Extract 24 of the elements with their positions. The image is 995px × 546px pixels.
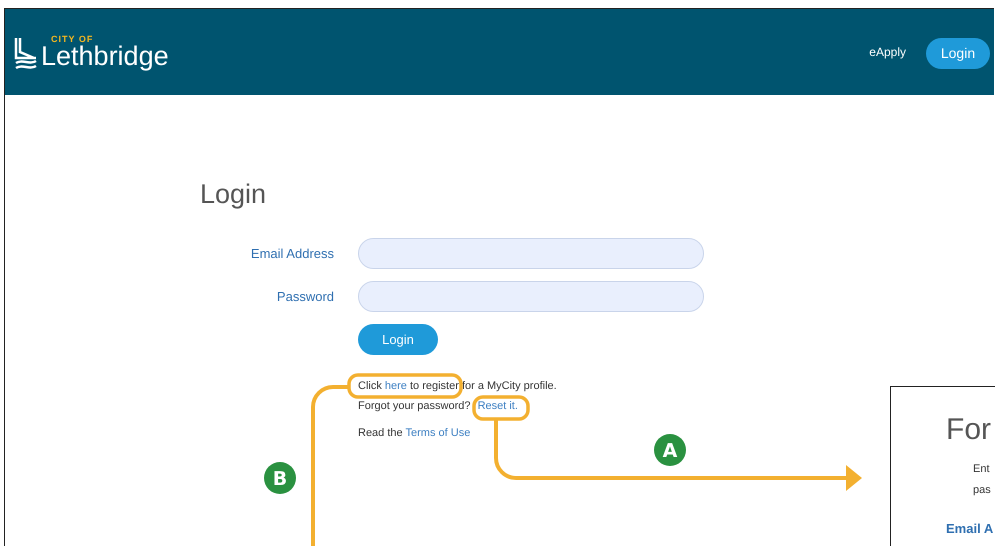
highlight-box [472, 395, 530, 421]
email-field[interactable] [358, 238, 704, 269]
instruction-text: pas [973, 483, 992, 498]
login-nav-button[interactable]: Login [926, 38, 990, 68]
reset-text: Forgot your password? Reset it. [358, 400, 519, 412]
logo-wordmark: Lethbridge [41, 42, 169, 70]
field-label: Email A [946, 521, 994, 536]
logo-tagline: CITY OF [51, 34, 94, 44]
page-title: Login [200, 179, 268, 210]
password-field[interactable] [358, 281, 704, 312]
bridge-logo-icon [14, 36, 38, 70]
register-text: Click here to register for a MyCity profile. [358, 380, 558, 392]
terms-text: Read the Terms of Use [358, 427, 472, 439]
instruction-text: Ent [973, 462, 991, 477]
eapply-link[interactable]: eApply [869, 45, 906, 59]
callout-badge: B [264, 462, 296, 494]
field-label: Email Address [250, 246, 334, 261]
login-button[interactable]: Login [358, 324, 438, 355]
text-link[interactable]: here [384, 380, 407, 392]
callout-badge: A [654, 434, 686, 466]
text-link[interactable]: Terms of Use [406, 427, 470, 439]
field-label: Password [276, 289, 334, 304]
text-link[interactable]: Reset it. [478, 400, 518, 412]
forgot-title: For [946, 415, 992, 445]
